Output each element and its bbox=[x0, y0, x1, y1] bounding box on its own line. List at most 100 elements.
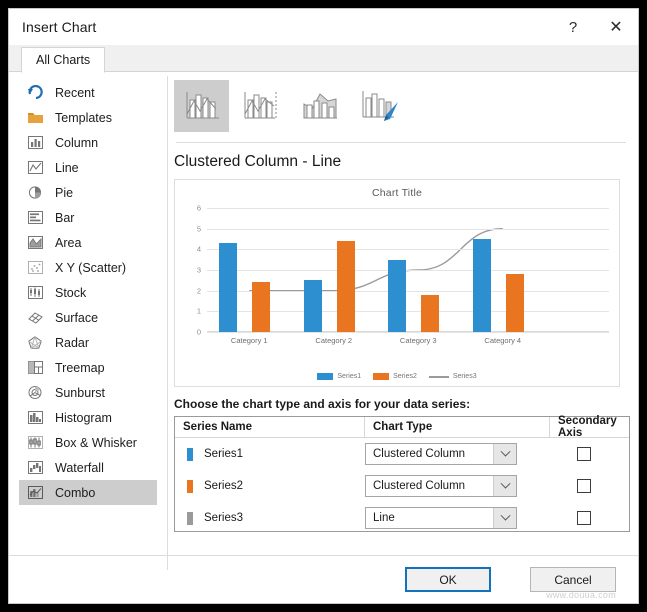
sidebar-item-column[interactable]: Column bbox=[9, 130, 161, 155]
line-icon bbox=[25, 159, 46, 177]
series-table-rows: Series1 Clustered Column Series2 Clustered … bbox=[175, 438, 629, 534]
close-icon[interactable]: ✕ bbox=[594, 9, 638, 45]
series-color-swatch bbox=[187, 447, 193, 461]
chart-type-value: Clustered Column bbox=[373, 448, 466, 460]
sidebar-item-radar[interactable]: Radar bbox=[9, 330, 161, 355]
bar-series1-2 bbox=[303, 280, 322, 332]
secondary-axis-checkbox-series2[interactable] bbox=[576, 479, 591, 493]
sidebar-item-histogram[interactable]: Histogram bbox=[9, 405, 161, 430]
series-table-instruction: Choose the chart type and axis for your … bbox=[174, 397, 471, 411]
page-title: Insert Chart bbox=[22, 19, 97, 35]
series-name-cell: Series3 bbox=[175, 511, 365, 525]
bar-series1-1 bbox=[219, 243, 237, 332]
category-group: Category 1 bbox=[207, 208, 292, 345]
bar-series2-1 bbox=[252, 282, 270, 332]
thumbnail-clustered-column-line[interactable] bbox=[174, 80, 229, 132]
combo-icon bbox=[25, 484, 46, 502]
chart-type-dropdown-series1[interactable]: Clustered Column bbox=[365, 443, 517, 465]
secondary-axis-checkbox-series3[interactable] bbox=[576, 511, 591, 525]
sidebar-item-label: Area bbox=[55, 235, 82, 250]
title-bar: Insert Chart ? ✕ bbox=[9, 9, 638, 45]
category-label: Category 1 bbox=[230, 336, 268, 345]
chevron-down-icon[interactable] bbox=[493, 476, 516, 496]
secondary-axis-cell bbox=[550, 511, 629, 525]
chart-plot-area: 6 5 4 3 2 1 0 Category 1 Category 2 Category 3 Cat… bbox=[197, 204, 609, 345]
sidebar-item-stock[interactable]: Stock bbox=[9, 280, 161, 305]
chart-type-dropdown-series3[interactable]: Line bbox=[365, 507, 517, 529]
scatter-icon bbox=[25, 259, 46, 277]
waterfall-icon bbox=[25, 459, 46, 477]
chart-type-dropdown-series2[interactable]: Clustered Column bbox=[365, 475, 517, 497]
sidebar-item-sunburst[interactable]: Sunburst bbox=[9, 380, 161, 405]
table-row: Series3 Line bbox=[175, 502, 629, 534]
sidebar-item-templates[interactable]: Templates bbox=[9, 105, 161, 130]
bar-series2-4 bbox=[505, 274, 524, 332]
sidebar-item-x-y-scatter[interactable]: X Y (Scatter) bbox=[9, 255, 161, 280]
bar-series1-4 bbox=[472, 239, 491, 332]
chart-subtype-heading: Clustered Column - Line bbox=[174, 153, 342, 170]
cancel-button[interactable]: Cancel bbox=[530, 567, 616, 592]
sidebar-item-treemap[interactable]: Treemap bbox=[9, 355, 161, 380]
series-name-label: Series3 bbox=[204, 512, 243, 524]
chevron-down-icon[interactable] bbox=[493, 444, 516, 464]
secondary-axis-cell bbox=[550, 479, 629, 493]
thumbnail-stacked-area-clustered-column[interactable] bbox=[292, 80, 347, 132]
surface-icon bbox=[25, 309, 46, 327]
sidebar-item-area[interactable]: Area bbox=[9, 230, 161, 255]
dialog-footer: OK Cancel www.douua.com bbox=[9, 555, 638, 603]
series-name-label: Series1 bbox=[204, 448, 243, 460]
radar-icon bbox=[25, 334, 46, 352]
series-table: Series Name Chart Type Secondary Axis Se… bbox=[174, 415, 630, 534]
stock-icon bbox=[25, 284, 46, 302]
legend-item-series3: Series3 bbox=[428, 373, 477, 380]
thumbnail-clustered-column-line-secondary-axis[interactable] bbox=[233, 80, 288, 132]
header-secondary-axis: Secondary Axis bbox=[558, 415, 617, 439]
chart-preview[interactable]: Chart Title 6 5 4 3 2 1 0 Category 1 Category 2 C… bbox=[174, 179, 620, 387]
secondary-axis-checkbox-series1[interactable] bbox=[576, 447, 591, 461]
tab-all-charts[interactable]: All Charts bbox=[21, 47, 106, 73]
header-series-name: Series Name bbox=[175, 417, 365, 437]
sidebar-item-box-whisker[interactable]: Box & Whisker bbox=[9, 430, 161, 455]
y-axis-tick-label: 2 bbox=[196, 286, 201, 296]
series-table-header: Series Name Chart Type Secondary Axis bbox=[175, 415, 629, 439]
legend-swatch bbox=[373, 373, 390, 380]
watermark: www.douua.com bbox=[546, 590, 616, 600]
sidebar-item-label: Histogram bbox=[55, 410, 112, 425]
sidebar-item-recent[interactable]: Recent bbox=[9, 80, 161, 105]
sidebar-item-label: Surface bbox=[55, 310, 99, 325]
sidebar-item-bar[interactable]: Bar bbox=[9, 205, 161, 230]
sidebar-item-label: Line bbox=[55, 160, 79, 175]
bar-series2-2 bbox=[336, 241, 355, 332]
category-label: Category 2 bbox=[315, 336, 353, 345]
sidebar-item-combo[interactable]: Combo bbox=[19, 480, 157, 505]
gridline: 0 bbox=[197, 328, 609, 337]
window-controls: ? ✕ bbox=[552, 9, 638, 45]
chevron-down-icon[interactable] bbox=[493, 508, 516, 528]
y-axis-tick-label: 0 bbox=[196, 327, 201, 337]
ok-button[interactable]: OK bbox=[405, 567, 491, 592]
sidebar-item-surface[interactable]: Surface bbox=[9, 305, 161, 330]
dialog-body: Recent Templates Column Line Pie Bar Area X Y (… bbox=[9, 72, 638, 603]
sidebar-item-pie[interactable]: Pie bbox=[9, 180, 161, 205]
sidebar-item-label: Recent bbox=[55, 85, 95, 100]
legend-item-series1: Series1 bbox=[317, 373, 361, 380]
help-icon[interactable]: ? bbox=[552, 9, 594, 45]
chart-title: Chart Title bbox=[371, 187, 423, 199]
legend-label: Series2 bbox=[393, 373, 417, 380]
area-icon bbox=[25, 234, 46, 252]
sidebar-item-waterfall[interactable]: Waterfall bbox=[9, 455, 161, 480]
table-row: Series1 Clustered Column bbox=[175, 438, 629, 470]
pie-icon bbox=[25, 184, 46, 202]
sidebar-item-label: Stock bbox=[55, 285, 87, 300]
series-name-cell: Series1 bbox=[175, 447, 365, 461]
sunburst-icon bbox=[25, 384, 46, 402]
table-row: Series2 Clustered Column bbox=[175, 470, 629, 502]
thumbnail-custom-combination[interactable] bbox=[351, 80, 406, 132]
legend-swatch bbox=[317, 373, 334, 380]
chart-type-cell: Clustered Column bbox=[365, 475, 550, 497]
sidebar-item-line[interactable]: Line bbox=[9, 155, 161, 180]
folder-icon bbox=[25, 109, 46, 127]
y-axis-tick-label: 6 bbox=[196, 203, 201, 213]
chart-type-value: Line bbox=[373, 512, 395, 524]
legend-line-marker bbox=[428, 375, 449, 378]
